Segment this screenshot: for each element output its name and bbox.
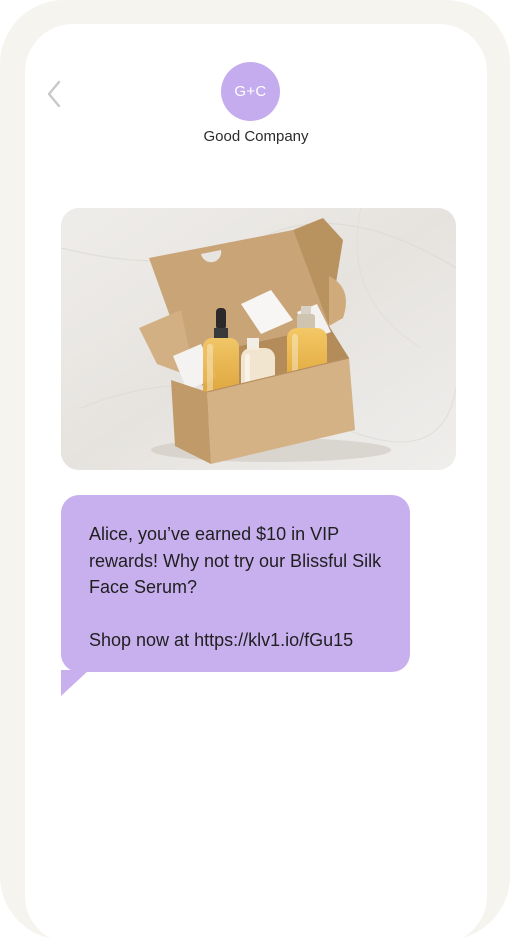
contact-name: Good Company — [203, 128, 309, 145]
message-link-text[interactable]: Shop now at https://klv1.io/fGu15 — [89, 627, 386, 654]
bubble-tail — [61, 670, 89, 696]
message-text: Alice, you’ve earned $10 in VIP rewards!… — [89, 524, 382, 597]
avatar[interactable]: G+C — [221, 62, 280, 121]
message-image[interactable] — [61, 208, 456, 470]
chevron-left-icon — [47, 80, 61, 108]
back-button[interactable] — [41, 78, 69, 110]
phone-screen: G+C Good Company Alice, you’ve earned $1… — [25, 24, 487, 944]
phone-frame: G+C Good Company Alice, you’ve earned $1… — [0, 0, 510, 944]
message-bubble[interactable]: Alice, you’ve earned $10 in VIP rewards!… — [61, 495, 410, 672]
